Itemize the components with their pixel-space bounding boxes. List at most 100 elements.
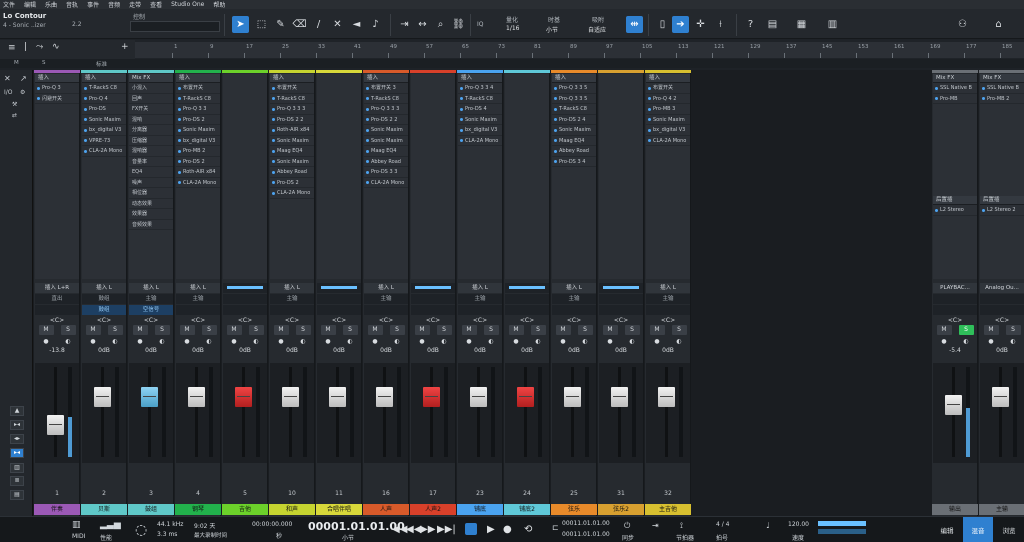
volume-readout[interactable]: 0dB <box>270 346 314 355</box>
track-name[interactable]: 伴奏 <box>34 504 80 515</box>
monitor-icon[interactable]: ◐ <box>963 337 968 346</box>
menu-item[interactable]: 文件 <box>3 0 15 9</box>
automation-row[interactable] <box>599 469 643 479</box>
tool-icon[interactable]: ⟊ <box>712 16 729 33</box>
volume-readout[interactable]: 0dB <box>223 346 267 355</box>
bend-tool-icon[interactable]: ◄ <box>348 16 365 33</box>
tab-mix[interactable]: 混音 <box>963 517 993 542</box>
input-select[interactable]: 插入 L+R <box>35 283 79 293</box>
send-slot[interactable] <box>176 305 220 315</box>
monitor-icon[interactable]: ◐ <box>206 337 211 346</box>
track-name[interactable]: 弦乐2 <box>598 504 644 515</box>
volume-readout[interactable]: 0dB <box>646 346 690 355</box>
send-slot[interactable] <box>933 305 977 315</box>
insert-rack[interactable] <box>599 74 643 279</box>
monitor-icon[interactable]: ◐ <box>441 337 446 346</box>
insert-slot[interactable]: Roth-AIR x84 <box>176 167 220 178</box>
volume-fader[interactable] <box>141 386 158 407</box>
input-select[interactable]: 插入 L <box>364 283 408 293</box>
track-name[interactable]: 铺底 <box>457 504 503 515</box>
insert-rack[interactable]: 插入 布置开关 3 T-RackS C8 Pro-Q 3 3 3 Pro-DS 2 2S… <box>364 74 408 279</box>
monitor-icon[interactable]: ◐ <box>253 337 258 346</box>
output-select[interactable] <box>599 294 643 304</box>
insert-rack[interactable] <box>317 74 361 279</box>
solo-button[interactable]: S <box>248 325 264 335</box>
send-slot[interactable] <box>364 305 408 315</box>
split-tool-icon[interactable]: ✎ <box>272 16 289 33</box>
insert-slot[interactable]: 闪避开关 <box>35 94 79 104</box>
pan-control[interactable]: <C> <box>552 316 596 325</box>
send-slot[interactable] <box>411 305 455 315</box>
post-insert-header[interactable]: 后置插 <box>933 196 977 205</box>
tool-icon[interactable]: ⚒ <box>12 101 17 108</box>
input-select[interactable]: 插入 L <box>82 283 126 293</box>
monitor-icon[interactable]: ◐ <box>159 337 164 346</box>
insert-slot[interactable]: T-RackS C8 <box>364 94 408 104</box>
track-name[interactable]: 弦乐 <box>551 504 597 515</box>
record-arm-icon[interactable]: ● <box>654 337 659 346</box>
record-arm-icon[interactable]: ● <box>278 337 283 346</box>
s-label[interactable]: S <box>42 60 46 66</box>
list-icon[interactable]: ▥ <box>824 16 841 33</box>
insert-slot[interactable]: bx_digital V3 <box>458 125 502 136</box>
insert-slot[interactable]: Pro-Q 3 3 5 <box>552 94 596 104</box>
output-select[interactable] <box>505 294 549 304</box>
insert-slot[interactable]: Pro-MB <box>933 94 977 104</box>
insert-slot[interactable]: Roth-AIR x84 <box>270 125 314 136</box>
insert-slot[interactable]: 布置开关 3 <box>364 83 408 94</box>
volume-fader[interactable] <box>423 386 440 407</box>
insert-rack[interactable]: 插入 T-RackS C8 Pro-Q 4 Pro-DS Sonic Maxim bx_d… <box>82 74 126 279</box>
solo-button[interactable]: S <box>1005 325 1021 335</box>
insert-slot[interactable]: Sonic Maxim <box>364 136 408 146</box>
menu-item[interactable]: 乐曲 <box>45 0 57 9</box>
solo-button[interactable]: S <box>154 325 170 335</box>
insert-header[interactable]: 插入 <box>270 74 314 83</box>
insert-slot[interactable]: Pro-Q 3 3 3 <box>364 104 408 115</box>
pan-control[interactable]: <C> <box>176 316 220 325</box>
insert-header[interactable]: 插入 <box>458 74 502 83</box>
mute-button[interactable]: M <box>179 325 195 335</box>
output-select[interactable]: 主输 <box>364 294 408 304</box>
solo-button[interactable]: S <box>624 325 640 335</box>
solo-button[interactable]: S <box>342 325 358 335</box>
insert-slot[interactable]: 布置开关 <box>270 83 314 94</box>
post-insert-header[interactable]: 后置插 <box>980 196 1024 205</box>
volume-readout[interactable]: -13.8 <box>35 346 79 355</box>
volume-readout[interactable]: 0dB <box>176 346 220 355</box>
menu-item[interactable]: 音轨 <box>66 0 78 9</box>
primary-time[interactable]: 00001.01.01.00 <box>308 520 405 533</box>
record-arm-icon[interactable]: ● <box>560 337 565 346</box>
pan-control[interactable]: <C> <box>411 316 455 325</box>
record-arm-icon[interactable]: ● <box>941 337 946 346</box>
monitor-icon[interactable]: ◐ <box>300 337 305 346</box>
pin-icon[interactable]: ↗ <box>20 74 27 83</box>
track-name[interactable]: 主吉他 <box>645 504 691 515</box>
insert-slot[interactable]: T-RackS C8 <box>458 94 502 104</box>
insert-slot[interactable]: Maag EQ4 <box>270 146 314 157</box>
input-select[interactable]: 插入 L <box>176 283 220 293</box>
pan-control[interactable]: <C> <box>458 316 502 325</box>
insert-rack[interactable]: 插入 布置开关 T-RackS C8 Pro-Q 3 3 3 Pro-DS 2 2 Rot… <box>270 74 314 279</box>
output-select[interactable]: 直出 <box>35 294 79 304</box>
output-select[interactable]: 主输 <box>176 294 220 304</box>
mute-tool-icon[interactable]: ✕ <box>329 16 346 33</box>
insert-header[interactable]: 插入 <box>364 74 408 83</box>
record-arm-icon[interactable]: ● <box>372 337 377 346</box>
insert-header[interactable]: Mix FX <box>129 74 173 83</box>
volume-readout[interactable]: 0dB <box>82 346 126 355</box>
monitor-icon[interactable]: ◐ <box>394 337 399 346</box>
send-slot[interactable] <box>317 305 361 315</box>
output-select[interactable]: 鼓组 <box>82 294 126 304</box>
insert-slot[interactable]: SSL Native B <box>933 83 977 94</box>
skip-icon[interactable]: ⇥ <box>396 16 413 33</box>
insert-rack[interactable]: 插入 Pro-Q 3 3 5 Pro-Q 3 3 5 T-RackS C8 Pro-DS… <box>552 74 596 279</box>
volume-readout[interactable]: 0dB <box>458 346 502 355</box>
mute-button[interactable]: M <box>320 325 336 335</box>
record-arm-icon[interactable]: ● <box>325 337 330 346</box>
insert-slot[interactable]: CLA-2A Mono <box>176 178 220 188</box>
timeline-ruler[interactable]: ≡ | ⤳ ∿ + 1 9 17 25 33 41 49 57 65 73 81 89 97 105 113… <box>0 40 1024 68</box>
insert-slot[interactable]: 回声 <box>129 94 173 104</box>
pan-control[interactable]: <C> <box>270 316 314 325</box>
solo-button[interactable]: S <box>483 325 499 335</box>
menu-icon[interactable]: ≡ <box>8 43 16 53</box>
